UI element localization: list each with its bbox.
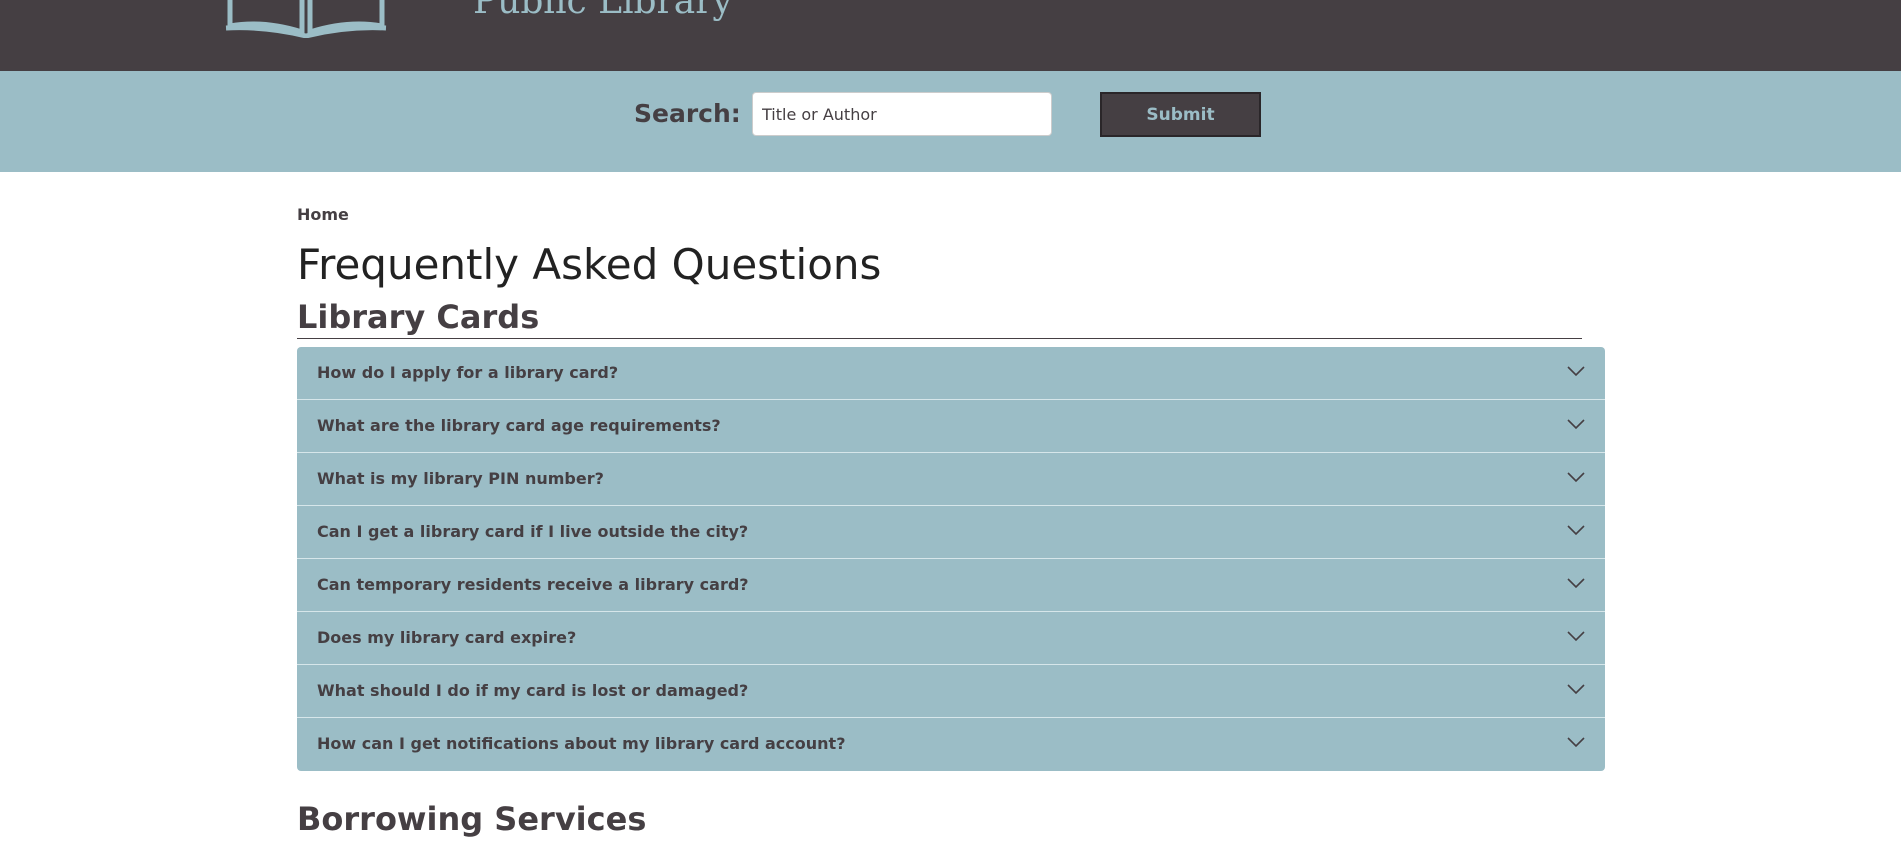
open-book-icon[interactable] (224, 0, 388, 38)
faq-question: Can I get a library card if I live outsi… (317, 522, 749, 541)
section-heading-library-cards: Library Cards (297, 298, 540, 336)
chevron-down-icon[interactable] (1567, 577, 1585, 589)
faq-item[interactable]: Does my library card expire? (297, 612, 1605, 665)
faq-item[interactable]: Can temporary residents receive a librar… (297, 559, 1605, 612)
faq-item[interactable]: How can I get notifications about my lib… (297, 718, 1605, 771)
chevron-down-icon[interactable] (1567, 365, 1585, 377)
chevron-down-icon[interactable] (1567, 630, 1585, 642)
section-heading-borrowing-services: Borrowing Services (297, 800, 647, 838)
section-divider (297, 338, 1582, 339)
faq-question: Does my library card expire? (317, 628, 577, 647)
chevron-down-icon[interactable] (1567, 418, 1585, 430)
page-title: Frequently Asked Questions (297, 240, 882, 289)
faq-item[interactable]: What should I do if my card is lost or d… (297, 665, 1605, 718)
search-bar: Search: Submit (0, 71, 1901, 172)
faq-question: What should I do if my card is lost or d… (317, 681, 749, 700)
faq-question: What are the library card age requiremen… (317, 416, 721, 435)
chevron-down-icon[interactable] (1567, 736, 1585, 748)
chevron-down-icon[interactable] (1567, 683, 1585, 695)
faq-question: How do I apply for a library card? (317, 363, 619, 382)
faq-item[interactable]: What are the library card age requiremen… (297, 400, 1605, 453)
breadcrumb-home[interactable]: Home (297, 205, 349, 224)
faq-accordion: How do I apply for a library card? What … (297, 347, 1605, 771)
submit-button[interactable]: Submit (1100, 92, 1261, 137)
search-label: Search: (634, 99, 741, 128)
faq-question: Can temporary residents receive a librar… (317, 575, 749, 594)
faq-item[interactable]: Can I get a library card if I live outsi… (297, 506, 1605, 559)
chevron-down-icon[interactable] (1567, 471, 1585, 483)
faq-item[interactable]: How do I apply for a library card? (297, 347, 1605, 400)
faq-item[interactable]: What is my library PIN number? (297, 453, 1605, 506)
search-input[interactable] (752, 92, 1052, 136)
faq-question: What is my library PIN number? (317, 469, 604, 488)
site-header: Public Library (0, 0, 1901, 71)
faq-question: How can I get notifications about my lib… (317, 734, 846, 753)
library-name[interactable]: Public Library (473, 0, 733, 20)
chevron-down-icon[interactable] (1567, 524, 1585, 536)
